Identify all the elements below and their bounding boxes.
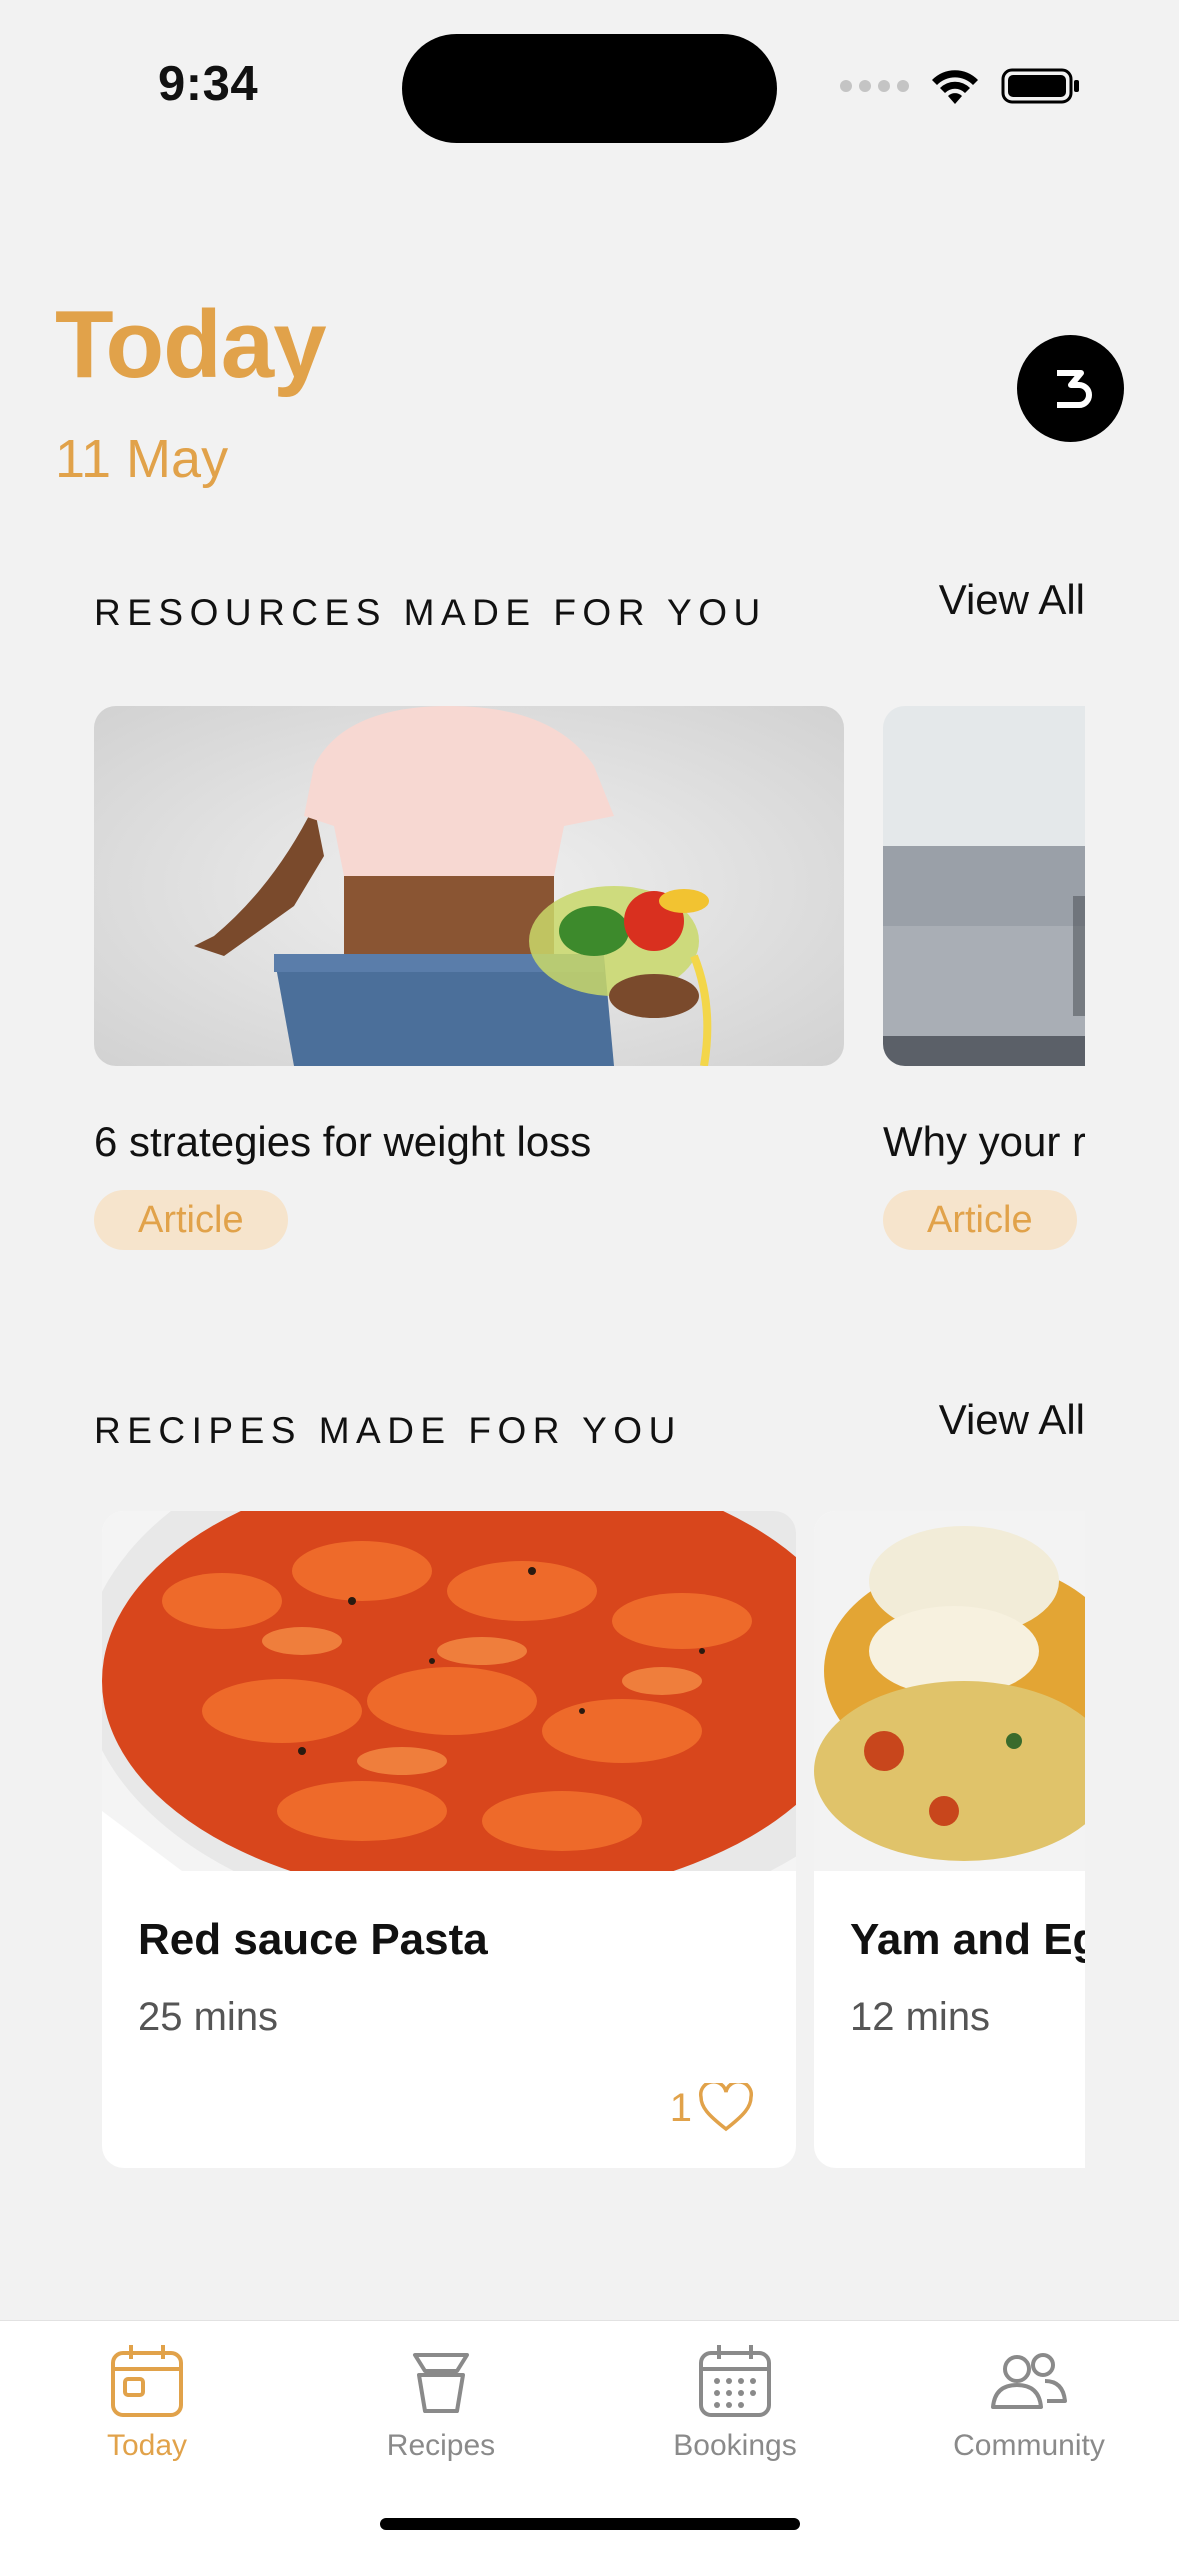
avatar[interactable]	[1017, 335, 1124, 442]
tab-label: Today	[106, 2429, 188, 2462]
resources-section-title: RESOURCES MADE FOR YOU	[94, 592, 767, 633]
recipe-likes[interactable]: 1	[670, 2083, 754, 2133]
home-indicator	[380, 2518, 800, 2530]
recipes-carousel[interactable]: Red sauce Pasta 25 mins 1 Yam and Eg 12 …	[0, 1511, 1085, 2171]
resources-carousel[interactable]: 6 strategies for weight loss Article Why…	[0, 706, 1085, 1266]
resource-title: Why your r	[883, 1118, 1085, 1165]
resource-tag-badge: Article	[94, 1190, 288, 1250]
resource-image	[883, 706, 1085, 1066]
resource-card[interactable]: 6 strategies for weight loss Article	[94, 706, 844, 1250]
recipe-time: 12 mins	[850, 1995, 991, 2039]
recipes-view-all-link[interactable]: View All	[939, 1396, 1085, 1444]
resource-image	[94, 706, 844, 1066]
tab-recipes[interactable]: Recipes	[294, 2341, 588, 2463]
tab-today[interactable]: Today	[0, 2341, 294, 2463]
battery-icon	[1001, 68, 1079, 104]
cellular-signal-icon	[840, 80, 909, 92]
heart-icon[interactable]	[698, 2083, 754, 2133]
recipe-time: 25 mins	[138, 1995, 279, 2039]
status-icons	[840, 64, 1081, 108]
tab-label: Community	[953, 2429, 1105, 2462]
status-time: 9:34	[158, 57, 259, 111]
wifi-icon	[932, 70, 978, 104]
resource-card[interactable]: Why your r Article	[883, 706, 1085, 1250]
dynamic-island	[402, 34, 777, 143]
tab-bookings[interactable]: Bookings	[588, 2341, 882, 2463]
today-screen: 9:34 Today 11 May RESOURCES MADE FOR YOU…	[0, 0, 1179, 2556]
cooking-pot-icon	[413, 2353, 469, 2413]
calendar-grid-icon	[699, 2345, 771, 2417]
recipe-image	[102, 1511, 796, 1871]
tab-community[interactable]: Community	[882, 2341, 1176, 2463]
page-date: 11 May	[55, 429, 229, 489]
people-icon	[991, 2353, 1067, 2409]
recipe-card[interactable]: Red sauce Pasta 25 mins 1	[102, 1511, 796, 2168]
resource-title: 6 strategies for weight loss	[94, 1118, 592, 1165]
recipes-section-title: RECIPES MADE FOR YOU	[94, 1410, 682, 1451]
calendar-day-icon	[111, 2345, 183, 2417]
recipe-name: Red sauce Pasta	[138, 1915, 488, 1964]
like-count: 1	[669, 2085, 692, 2130]
tab-label: Recipes	[386, 2429, 496, 2462]
resources-view-all-link[interactable]: View All	[939, 576, 1085, 624]
recipe-image	[814, 1511, 1085, 1871]
recipe-card[interactable]: Yam and Eg 12 mins	[814, 1511, 1085, 2168]
recipe-name: Yam and Eg	[850, 1915, 1085, 1964]
resource-tag-badge: Article	[883, 1190, 1077, 1250]
tab-label: Bookings	[673, 2429, 797, 2462]
page-title: Today	[55, 291, 327, 398]
brand-logo-icon	[1056, 369, 1092, 408]
